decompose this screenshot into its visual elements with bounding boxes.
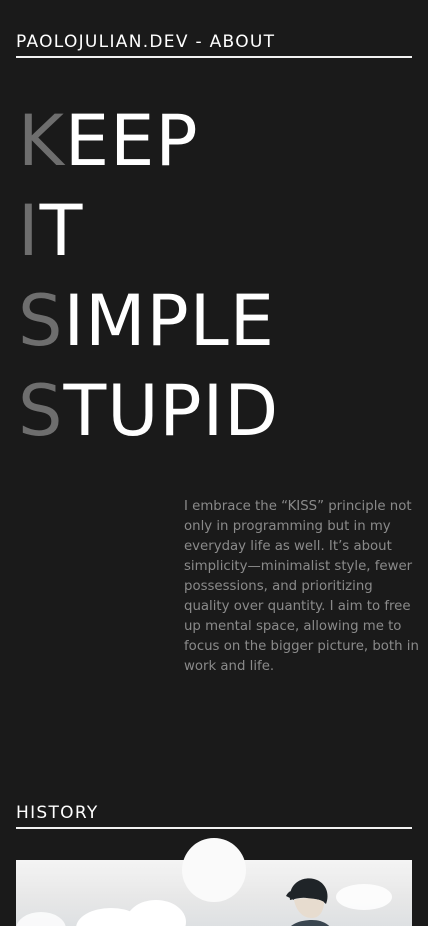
heading-initial: S — [18, 370, 64, 452]
heading-word-rest: T — [39, 190, 84, 272]
heading-line-keep: KEEP — [18, 96, 279, 186]
heading-initial: I — [18, 190, 40, 272]
history-section-header: HISTORY — [16, 802, 412, 829]
heading-line-stupid: STUPID — [18, 366, 279, 456]
heading-word-rest: TUPID — [63, 370, 280, 452]
cloud-shape — [126, 900, 186, 926]
about-paragraph: I embrace the “KISS” principle not only … — [184, 499, 419, 674]
history-divider — [16, 827, 412, 829]
heading-initial: S — [18, 280, 64, 362]
person-illustration — [286, 878, 330, 926]
cloud-shape — [16, 912, 66, 926]
kiss-heading: KEEP IT SIMPLE STUPID — [18, 96, 279, 456]
site-header: PAOLOJULIAN.DEV - ABOUT — [16, 31, 412, 58]
page-title: PAOLOJULIAN.DEV - ABOUT — [16, 32, 276, 52]
heading-line-it: IT — [18, 186, 279, 276]
header-divider — [16, 56, 412, 58]
heading-line-simple: SIMPLE — [18, 276, 279, 366]
history-title: HISTORY — [16, 803, 99, 823]
floating-scroll-button[interactable] — [182, 838, 246, 902]
heading-word-rest: IMPLE — [63, 280, 275, 362]
heading-word-rest: EEP — [64, 100, 199, 182]
heading-initial: K — [18, 100, 65, 182]
